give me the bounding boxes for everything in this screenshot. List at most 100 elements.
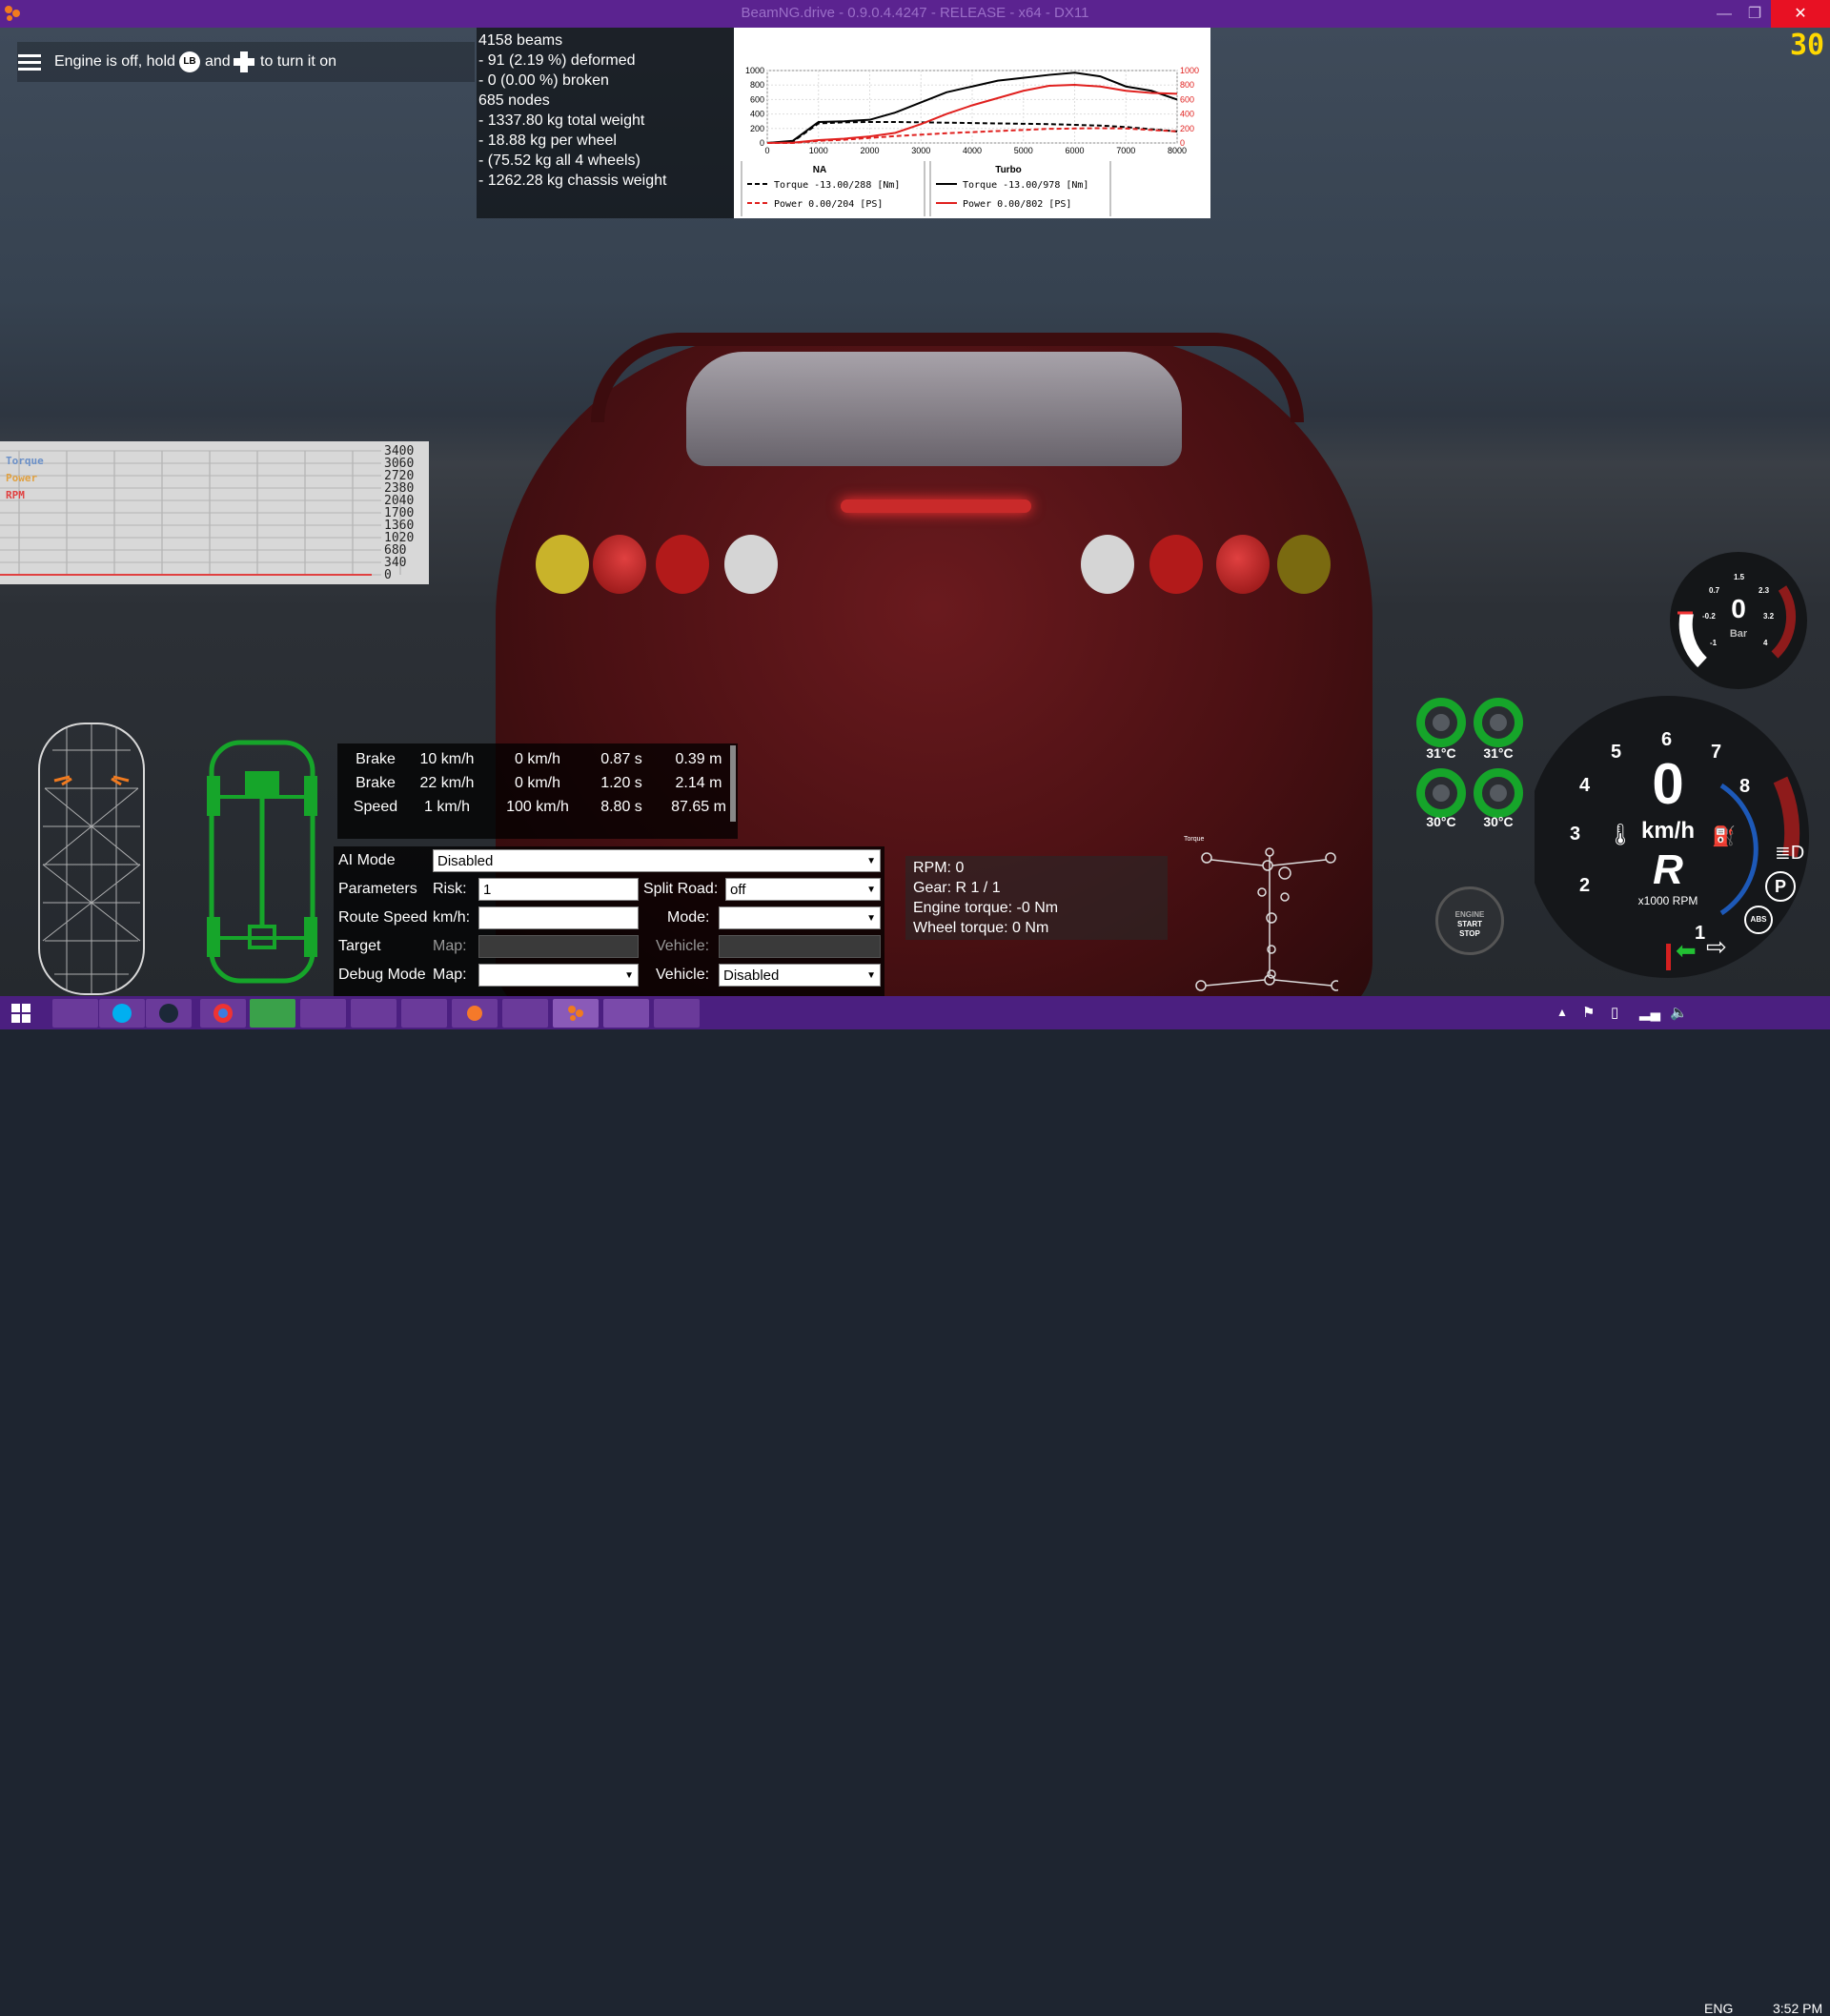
menu-icon[interactable] — [17, 50, 42, 74]
headlight-icon: ≣D — [1775, 843, 1805, 864]
app-icon[interactable] — [401, 999, 447, 1028]
split-road-select[interactable]: off ▼ — [725, 878, 881, 901]
y-tick-label-right: 800 — [1180, 80, 1194, 90]
cell: 0 km/h — [514, 751, 560, 767]
cell: 87.65 m — [671, 799, 726, 815]
tray-chevron-icon[interactable]: ▲ — [1556, 1006, 1568, 1019]
beams-line: - (75.52 kg all 4 wheels) — [478, 153, 640, 169]
y-tick-label-left: 800 — [750, 80, 764, 90]
rpm-tick: 2 — [1579, 875, 1591, 896]
abs-icon: ABS — [1744, 906, 1773, 934]
dropdown-arrow-icon: ▼ — [866, 913, 876, 924]
wheel-torque-line: Wheel torque: 0 Nm — [913, 920, 1049, 936]
y-tick-label-right: 1000 — [1180, 66, 1199, 75]
kmh-label: km/h: — [433, 909, 471, 926]
volume-icon[interactable]: 🔈 — [1670, 1004, 1688, 1021]
app-icon[interactable] — [351, 999, 396, 1028]
engine-start-stop-button[interactable]: ENGINE START STOP — [1435, 886, 1504, 955]
app-icon[interactable] — [300, 999, 346, 1028]
dpad-icon — [234, 51, 254, 72]
table-scrollbar[interactable] — [730, 745, 736, 822]
title-bar: BeamNG.drive - 0.9.0.4.4247 - RELEASE - … — [0, 0, 1830, 28]
debug-map-select[interactable]: ▼ — [478, 964, 639, 987]
cell: Brake — [356, 751, 396, 767]
cell: 8.80 s — [600, 799, 642, 815]
network-icon[interactable]: ▂▄ — [1639, 1004, 1660, 1021]
y-tick-label-left: 0 — [760, 138, 764, 148]
legend-label: Power — [6, 472, 37, 484]
legend-label: RPM — [6, 489, 25, 501]
flag-icon[interactable]: ⚑ — [1582, 1004, 1595, 1021]
pedal-label: Torque — [1184, 836, 1205, 843]
boost-value: 0 — [1731, 594, 1746, 623]
close-button[interactable]: ✕ — [1771, 0, 1830, 28]
app-icon[interactable] — [502, 999, 548, 1028]
mode-select[interactable]: ▼ — [719, 906, 881, 929]
steam-icon[interactable] — [146, 999, 192, 1028]
beams-line: - 1262.28 kg chassis weight — [478, 173, 667, 189]
boost-gauge: 0.7 1.5 2.3 -0.2 3.2 -1 4 0 Bar — [1668, 550, 1809, 691]
target-vehicle-select[interactable] — [719, 935, 881, 958]
clock[interactable]: 3:52 PM — [1773, 2001, 1822, 2016]
right-turn-signal-icon: ⇨ — [1706, 932, 1727, 961]
chrome-icon[interactable] — [200, 999, 246, 1028]
legend-label: Torque -13.00/288 [Nm] — [774, 180, 900, 191]
tail-lamp — [724, 535, 778, 594]
rpm-tick: 8 — [1739, 776, 1751, 797]
cell: Speed — [353, 799, 398, 815]
ai-mode-select[interactable]: Disabled ▼ — [433, 849, 881, 872]
rpm-tick: 6 — [1661, 729, 1673, 750]
beams-line: 4158 beams — [478, 32, 563, 49]
lb-button-icon: LB — [179, 51, 200, 72]
tire-temp-gauge-rl — [1416, 768, 1466, 818]
gear-line: Gear: R 1 / 1 — [913, 880, 1001, 896]
tail-lamp — [1081, 535, 1134, 594]
cell: 0.39 m — [675, 751, 722, 767]
start-stop-line: START — [1456, 920, 1483, 928]
tail-lamp — [1149, 535, 1203, 594]
damage-silhouette — [33, 722, 150, 996]
cell: 100 km/h — [506, 799, 569, 815]
debug-vehicle-select[interactable]: Disabled ▼ — [719, 964, 881, 987]
ai-mode-value: Disabled — [437, 853, 494, 869]
table-row: Brake 10 km/h 0 km/h 0.87 s 0.39 m — [337, 751, 738, 774]
route-speed-input[interactable] — [478, 906, 639, 929]
blender-icon[interactable] — [452, 999, 498, 1028]
tire-temp-rr: 30°C — [1483, 814, 1514, 829]
y-tick-label-right: 0 — [1180, 138, 1185, 148]
boost-tick: -1 — [1710, 639, 1718, 647]
language-indicator[interactable]: ENG — [1704, 2001, 1733, 2016]
windows-start-icon[interactable] — [11, 1004, 30, 1028]
beams-line: - 0 (0.00 %) broken — [478, 72, 609, 89]
x-tick-label: 0 — [764, 146, 769, 155]
battery-icon[interactable]: ▯ — [1611, 1004, 1618, 1021]
risk-input[interactable]: 1 — [478, 878, 639, 901]
app-icon[interactable] — [603, 999, 649, 1028]
notepad-icon[interactable] — [654, 999, 700, 1028]
tail-lamp — [1216, 535, 1270, 594]
table-row: Speed 1 km/h 100 km/h 8.80 s 87.65 m — [337, 799, 738, 822]
cell: 0 km/h — [514, 775, 560, 791]
x-tick-label: 6000 — [1065, 146, 1084, 155]
app-icon-green[interactable] — [250, 999, 295, 1028]
target-map-select[interactable] — [478, 935, 639, 958]
engine-message-after: to turn it on — [260, 53, 337, 70]
skype-icon[interactable] — [99, 999, 145, 1028]
parking-brake-icon: P — [1765, 871, 1796, 902]
brake-test-table: Brake 10 km/h 0 km/h 0.87 s 0.39 m Brake… — [337, 743, 738, 839]
file-explorer-icon[interactable] — [52, 999, 98, 1028]
boost-tick: 4 — [1763, 639, 1768, 647]
target-label: Target — [338, 938, 381, 954]
route-speed-label: Route Speed — [338, 909, 428, 926]
legend-group-title: NA — [813, 165, 826, 175]
taskbar: ▲ ⚑ ▯ ▂▄ 🔈 ENG 3:52 PM — [0, 996, 1830, 2016]
x-tick-label: 1000 — [809, 146, 828, 155]
rpm-line: RPM: 0 — [913, 860, 965, 876]
debug-vehicle-label: Vehicle: — [656, 967, 710, 983]
drivetrain-icon — [202, 738, 322, 986]
split-road-label: Split Road: — [643, 881, 719, 897]
cell: 0.87 s — [600, 751, 642, 767]
legend-group-title: Turbo — [995, 165, 1022, 175]
dropdown-arrow-icon: ▼ — [866, 970, 876, 981]
beamng-taskbar-icon[interactable] — [553, 999, 599, 1028]
